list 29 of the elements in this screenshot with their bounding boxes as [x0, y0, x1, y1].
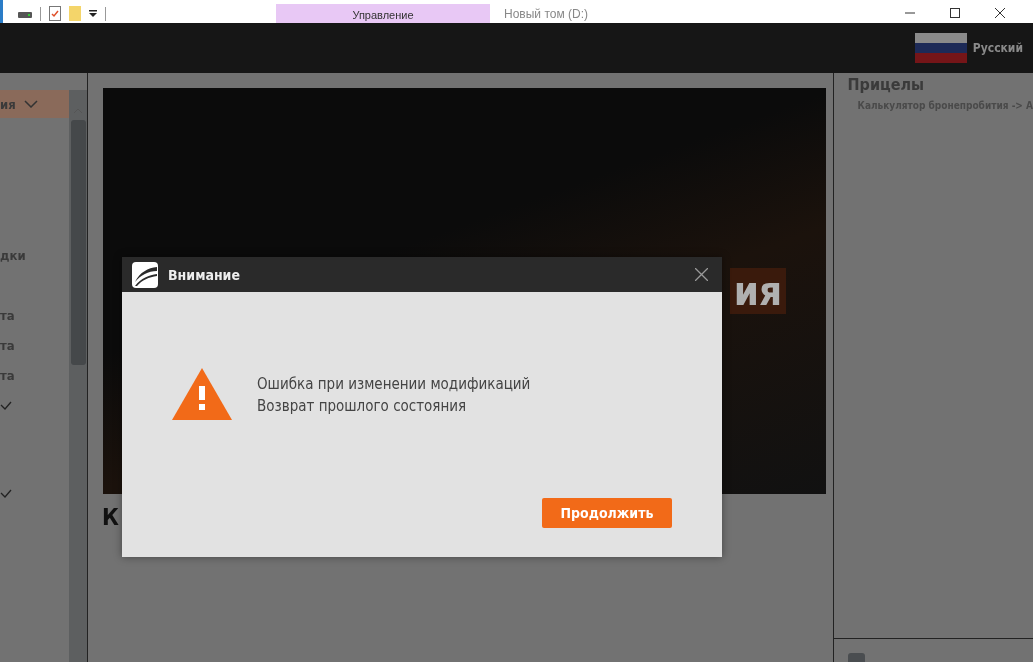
scrollbar[interactable]	[69, 90, 87, 662]
dialog-message: Возврат прошлого состояния	[257, 396, 468, 417]
check-icon[interactable]	[0, 400, 12, 410]
ribbon-tab[interactable]: Управление	[276, 4, 490, 23]
scrollbar-thumb[interactable]	[70, 120, 86, 365]
page-heading: К	[102, 504, 119, 530]
language-label[interactable]: Русский	[972, 41, 1023, 55]
flag-icon[interactable]	[914, 33, 967, 63]
sidebar-item[interactable]: та	[0, 360, 70, 390]
continue-button[interactable]: Продолжить	[542, 498, 672, 528]
dropdown-arrow-icon[interactable]	[89, 9, 97, 18]
panel-title: Прицелы	[847, 75, 925, 94]
properties-icon[interactable]	[49, 6, 61, 21]
check-icon[interactable]	[0, 488, 12, 498]
close-icon[interactable]	[695, 268, 708, 281]
sidebar-dropdown[interactable]: ия	[0, 90, 70, 118]
dialog-message: Ошибка при изменении модификаций	[257, 374, 531, 395]
checkbox[interactable]	[847, 653, 865, 662]
sidebar-item[interactable]: дки	[0, 240, 70, 270]
sidebar-item[interactable]: та	[0, 300, 70, 330]
maximize-icon[interactable]	[950, 8, 960, 18]
dialog-title: Внимание	[168, 266, 241, 283]
warning-icon	[172, 368, 232, 420]
close-icon[interactable]	[995, 8, 1005, 18]
chevron-down-icon	[23, 100, 38, 108]
app-logo-icon	[132, 261, 158, 288]
sidebar-item[interactable]: та	[0, 330, 70, 360]
window-title: Новый том (D:)	[504, 7, 589, 23]
banner-title: ия	[729, 268, 786, 314]
